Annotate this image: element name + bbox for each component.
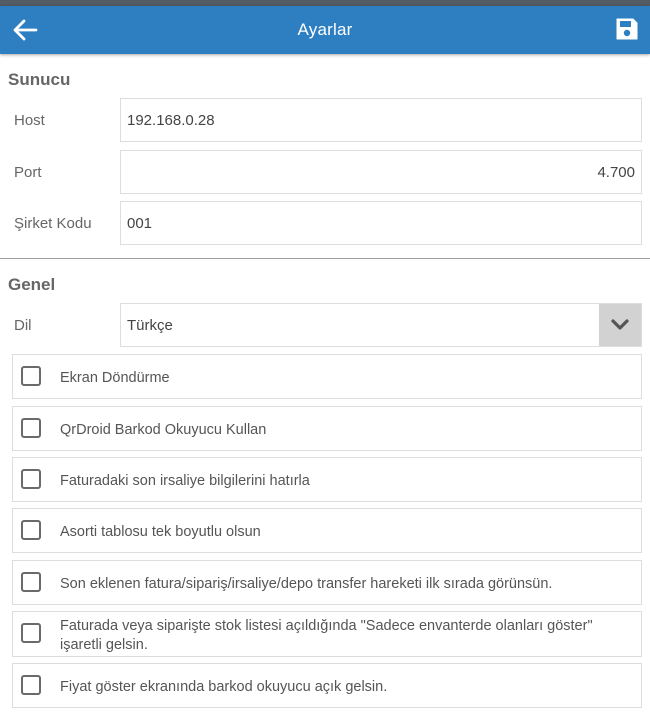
option-label: Faturadaki son irsaliye bilgilerini hatı… [60,473,310,489]
option-label: Ekran Döndürme [60,370,170,386]
option-qrdroid[interactable]: QrDroid Barkod Okuyucu Kullan [12,406,642,451]
app-bar: Ayarlar [0,6,650,54]
option-label: Faturada veya siparişte stok listesi açı… [60,618,593,653]
checkbox[interactable] [21,418,41,438]
option-label: Asorti tablosu tek boyutlu olsun [60,524,261,540]
company-code-input[interactable]: 001 [120,201,642,245]
port-input[interactable]: 4.700 [120,150,642,194]
option-label: Fiyat göster ekranında barkod okuyucu aç… [60,679,388,695]
host-input[interactable]: 192.168.0.28 [120,98,642,142]
option-screen-rotation[interactable]: Ekran Döndürme [12,354,642,399]
port-label: Port [14,164,42,181]
language-label: Dil [14,317,32,334]
language-value: Türkçe [127,316,173,334]
option-price-barcode[interactable]: Fiyat göster ekranında barkod okuyucu aç… [12,663,642,708]
option-label: QrDroid Barkod Okuyucu Kullan [60,422,267,438]
company-code-label: Şirket Kodu [14,215,92,232]
host-label: Host [14,112,45,129]
page-title: Ayarlar [297,20,353,39]
option-latest-first[interactable]: Son eklenen fatura/sipariş/irsaliye/depo… [12,560,642,605]
host-value: 192.168.0.28 [127,111,215,129]
chevron-down-icon[interactable] [599,304,641,346]
section-divider [0,258,650,259]
checkbox[interactable] [21,469,41,489]
checkbox[interactable] [21,572,41,592]
checkbox[interactable] [21,520,41,540]
port-value: 4.700 [597,163,635,181]
language-select[interactable]: Türkçe [120,303,642,347]
company-code-value: 001 [127,214,153,232]
checkbox[interactable] [21,623,41,643]
option-inventory-only[interactable]: Faturada veya siparişte stok listesi açı… [12,611,642,657]
option-assortment-table[interactable]: Asorti tablosu tek boyutlu olsun [12,508,642,553]
checkbox[interactable] [21,675,41,695]
option-label: Son eklenen fatura/sipariş/irsaliye/depo… [60,576,553,592]
section-title-server: Sunucu [8,70,71,89]
option-remember-waybill[interactable]: Faturadaki son irsaliye bilgilerini hatı… [12,457,642,502]
floppy-disk-icon[interactable] [614,16,640,42]
section-title-general: Genel [8,275,56,294]
checkbox[interactable] [21,366,41,386]
